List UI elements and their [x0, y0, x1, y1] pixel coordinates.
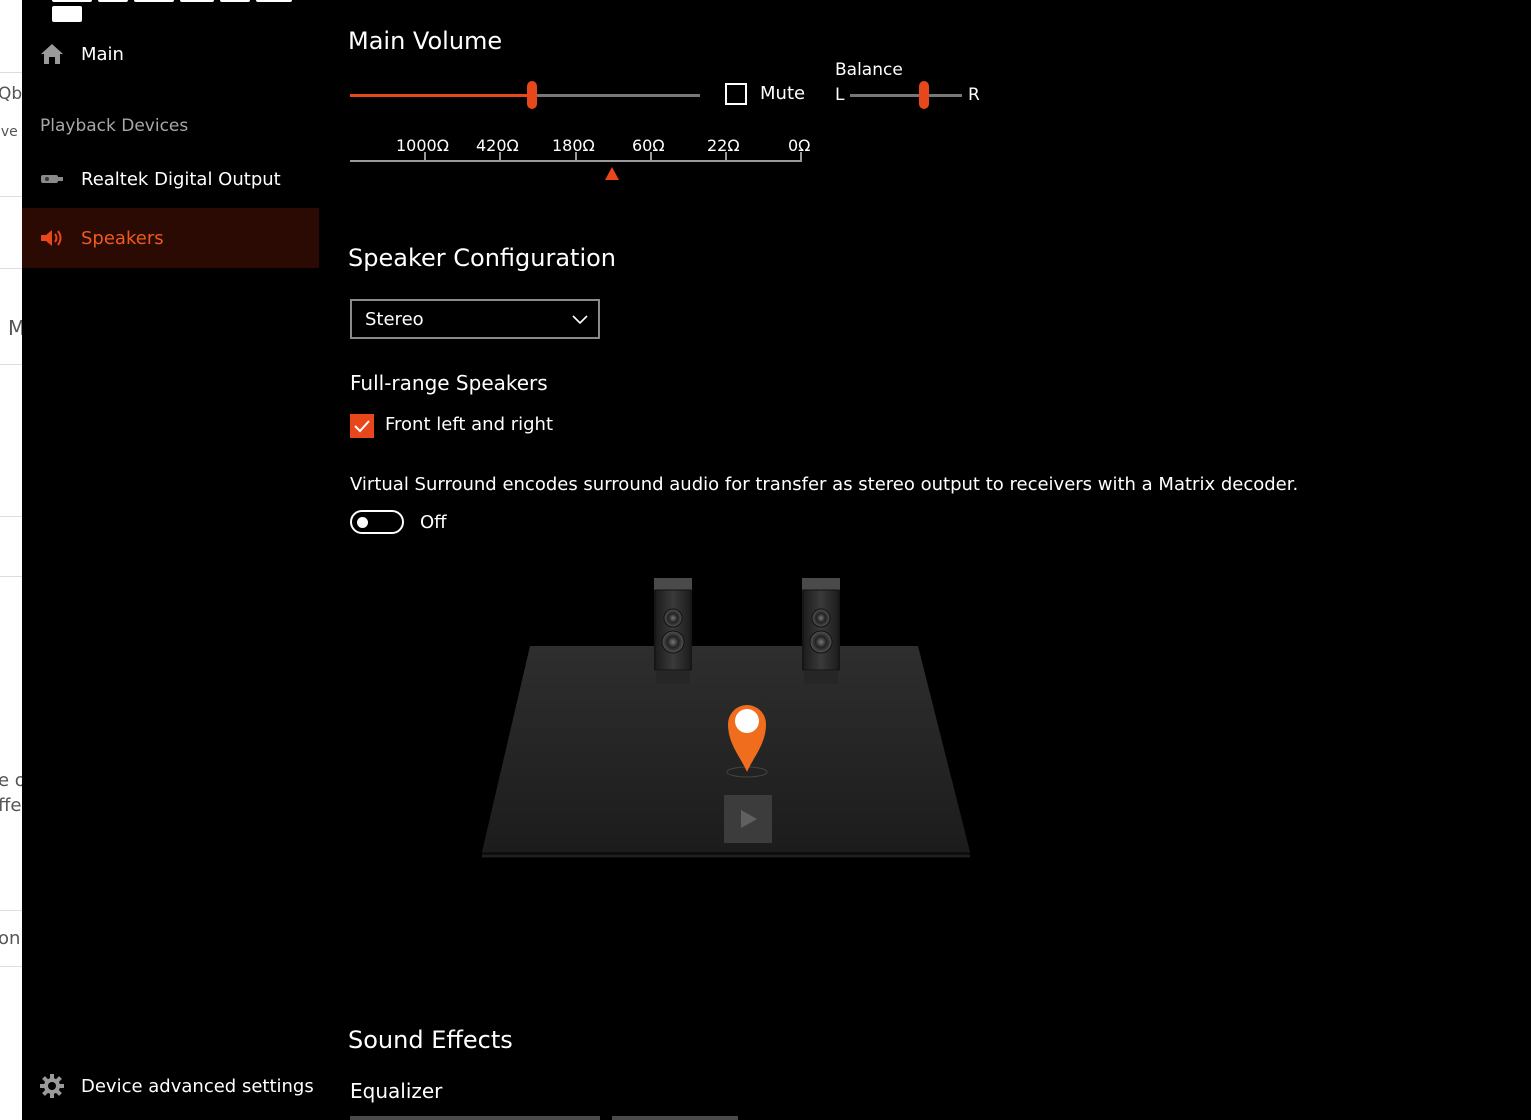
chevron-down-icon	[572, 311, 588, 331]
dropdown-selected-value: Stereo	[365, 308, 424, 330]
background-text: M	[8, 316, 22, 340]
gear-icon	[39, 1073, 65, 1099]
background-text: e o	[0, 770, 22, 791]
audio-console-window: Main Playback Devices Realtek Digital Ou…	[22, 0, 1531, 1120]
full-range-speakers-title: Full-range Speakers	[350, 371, 548, 395]
speaker-icon	[39, 225, 65, 251]
sidebar: Main Playback Devices Realtek Digital Ou…	[22, 0, 319, 1120]
equalizer-dropdown[interactable]	[350, 1116, 600, 1120]
balance-slider-thumb[interactable]	[918, 81, 929, 109]
equalizer-label: Equalizer	[350, 1079, 443, 1103]
front-right-speaker[interactable]	[802, 578, 840, 686]
play-icon	[741, 810, 757, 828]
digital-output-icon	[39, 166, 65, 192]
background-window: Qbi ive M e o ffe on	[0, 0, 22, 1120]
impedance-label: 180Ω	[552, 136, 595, 155]
sidebar-item-label: Main	[81, 43, 124, 65]
impedance-label: 22Ω	[707, 136, 740, 155]
front-left-speaker[interactable]	[654, 578, 692, 686]
test-play-button[interactable]	[724, 795, 772, 843]
balance-right-label: R	[968, 85, 980, 105]
impedance-label: 1000Ω	[396, 136, 449, 155]
listener-position-pin-icon[interactable]	[724, 700, 770, 780]
background-text: ffe	[0, 795, 22, 816]
volume-slider-thumb[interactable]	[527, 81, 537, 109]
sidebar-item-label: Speakers	[81, 227, 164, 249]
virtual-surround-state: Off	[420, 512, 447, 533]
background-text: Qbi	[0, 84, 22, 104]
mute-label: Mute	[760, 83, 806, 104]
home-icon	[39, 41, 65, 67]
speaker-configuration-dropdown[interactable]: Stereo	[350, 299, 600, 339]
sidebar-item-realtek-digital-output[interactable]: Realtek Digital Output	[22, 149, 319, 209]
equalizer-button[interactable]	[612, 1116, 738, 1120]
mute-checkbox[interactable]	[725, 83, 747, 105]
sidebar-item-label: Realtek Digital Output	[81, 168, 281, 190]
virtual-surround-description: Virtual Surround encodes surround audio …	[350, 474, 1299, 495]
sidebar-item-main[interactable]: Main	[22, 24, 319, 84]
front-left-right-checkbox[interactable]	[350, 414, 374, 438]
main-volume-title: Main Volume	[348, 27, 503, 55]
device-advanced-settings-label: Device advanced settings	[81, 1075, 314, 1097]
toggle-knob	[357, 517, 368, 528]
speaker-stage	[478, 570, 978, 870]
balance-label: Balance	[835, 60, 903, 80]
sidebar-item-speakers[interactable]: Speakers	[22, 208, 319, 268]
background-text: on	[0, 928, 21, 949]
background-text: ive	[0, 124, 18, 140]
impedance-label: 420Ω	[476, 136, 519, 155]
impedance-marker[interactable]	[605, 167, 620, 180]
front-left-right-label: Front left and right	[385, 414, 554, 435]
virtual-surround-toggle[interactable]	[350, 510, 404, 534]
balance-left-label: L	[835, 85, 845, 105]
speaker-configuration-title: Speaker Configuration	[348, 244, 617, 272]
impedance-label: 60Ω	[632, 136, 665, 155]
sound-effects-title: Sound Effects	[348, 1026, 513, 1054]
checkmark-icon	[354, 420, 370, 433]
device-advanced-settings-button[interactable]: Device advanced settings	[22, 1056, 319, 1116]
playback-devices-heading: Playback Devices	[40, 116, 189, 136]
